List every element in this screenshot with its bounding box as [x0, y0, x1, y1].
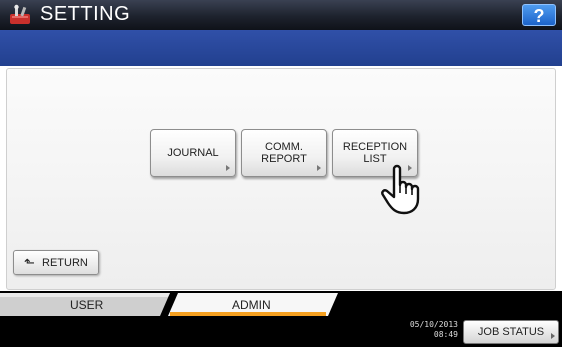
time-text: 08:49	[433, 330, 458, 339]
reception-list-button-label: RECEPTION LIST	[342, 141, 408, 165]
page-title: SETTING	[40, 3, 131, 25]
setting-tools-icon	[10, 4, 30, 24]
help-button[interactable]: ?	[522, 4, 556, 26]
title-bar: SETTING ?	[0, 0, 562, 30]
tab-admin-label: ADMIN	[232, 298, 271, 312]
date-text: 05/10/2013	[409, 320, 458, 329]
job-status-button[interactable]: JOB STATUS	[463, 320, 559, 344]
header-band	[0, 30, 562, 66]
pointing-hand-icon	[381, 164, 420, 215]
more-arrow-icon	[226, 165, 230, 171]
more-arrow-icon	[317, 165, 321, 171]
more-arrow-icon	[551, 333, 555, 339]
job-status-label: JOB STATUS	[477, 326, 545, 338]
return-button[interactable]: ⬑ RETURN	[13, 250, 99, 275]
date-time: 05/10/2013 08:49	[400, 320, 458, 340]
setting-screen: SETTING ? JOURNAL COMM. REPORT RECEPTION…	[0, 0, 562, 347]
journal-button[interactable]: JOURNAL	[150, 129, 236, 177]
tab-user-label: USER	[70, 298, 104, 312]
comm-report-button-label: COMM. REPORT	[261, 141, 307, 165]
return-arrow-icon: ⬑	[24, 255, 35, 270]
comm-report-button[interactable]: COMM. REPORT	[241, 129, 327, 177]
journal-button-label: JOURNAL	[167, 147, 219, 159]
return-button-label: RETURN	[42, 257, 88, 269]
